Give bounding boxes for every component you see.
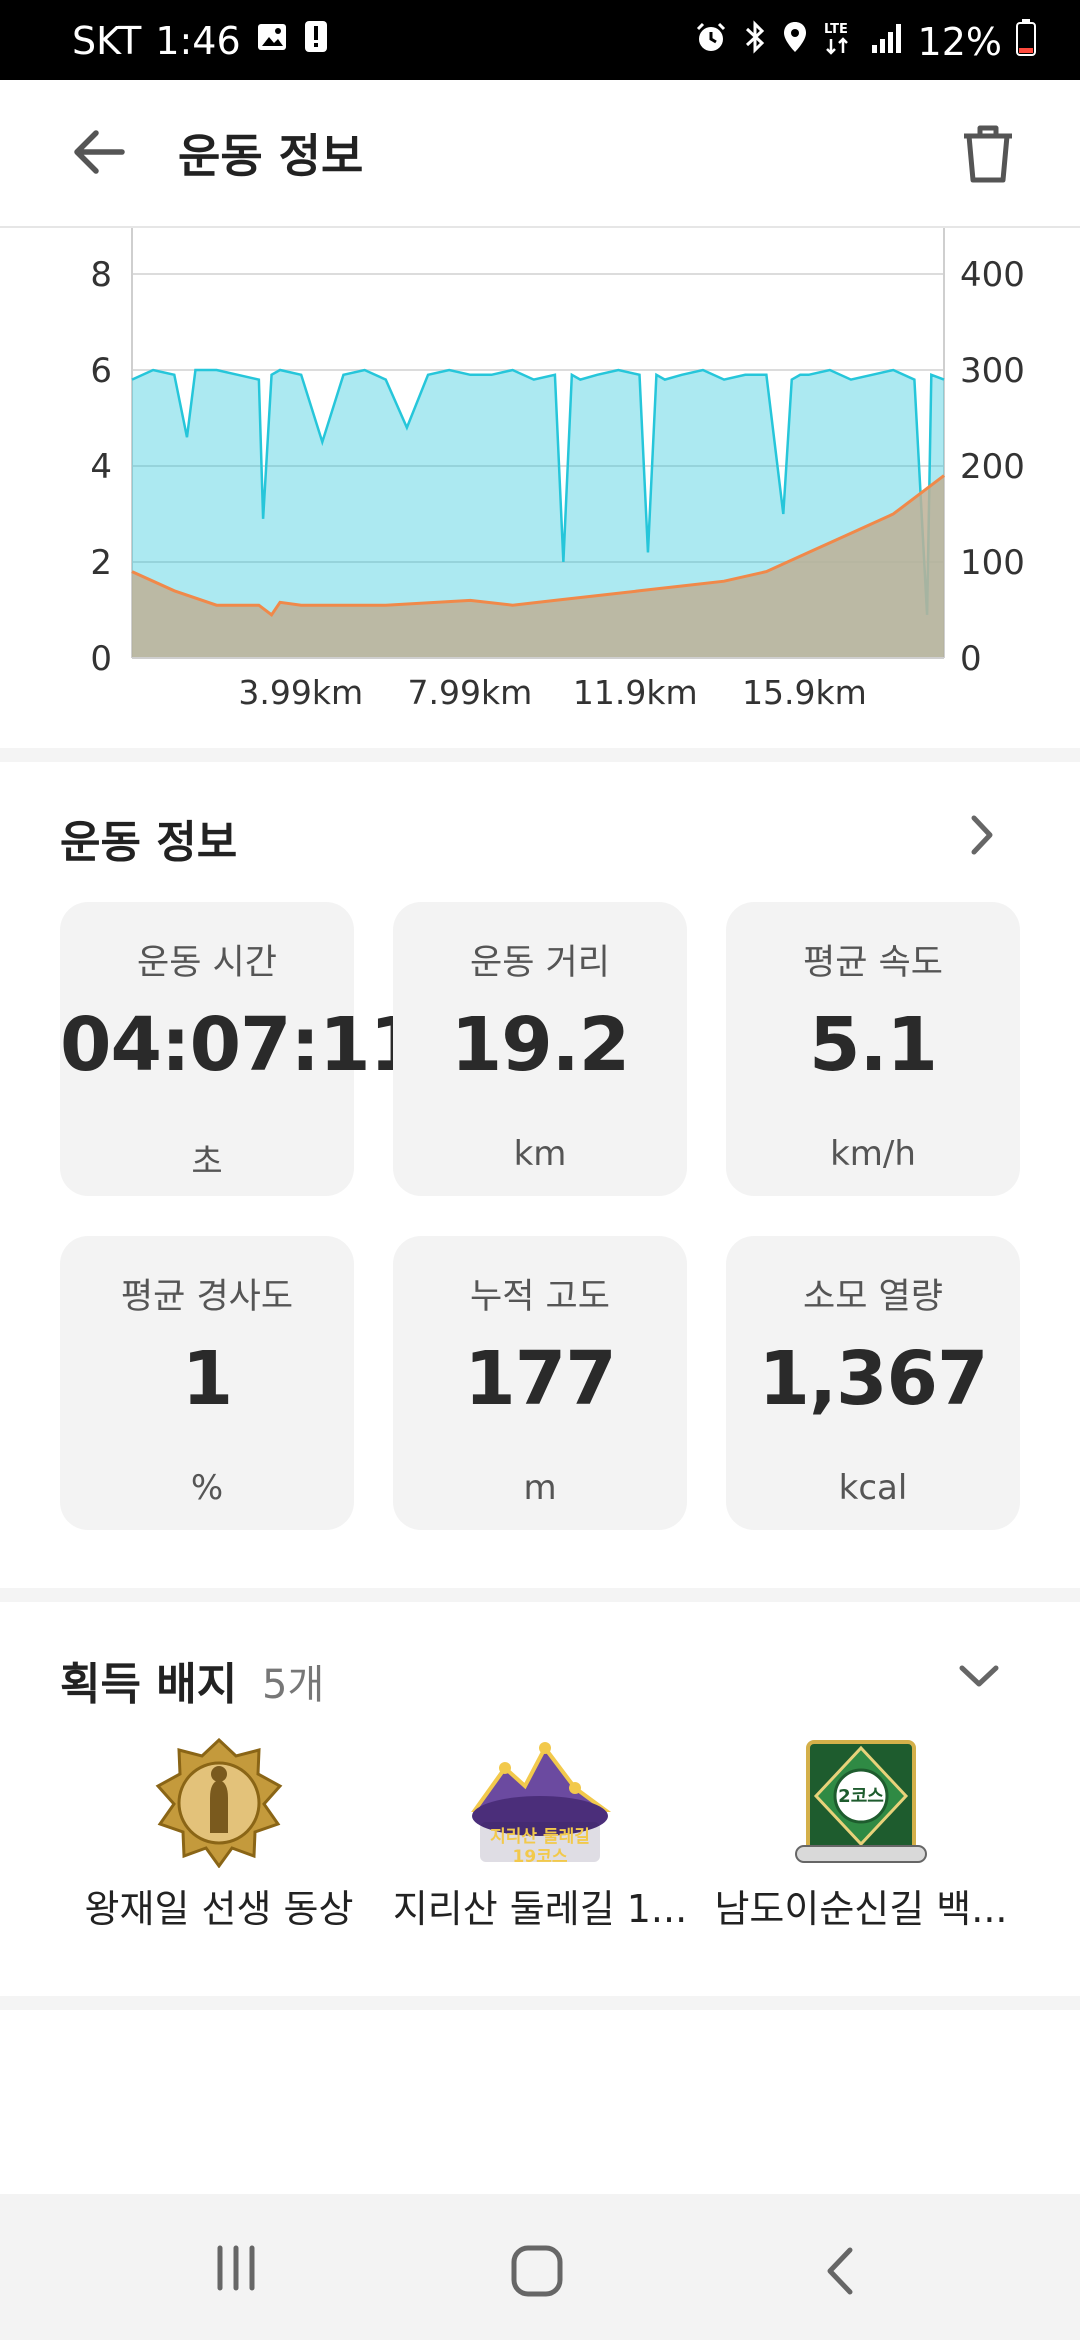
right-tick-label: 100 <box>960 543 1025 583</box>
stat-card: 평균 경사도 1% <box>60 1236 354 1530</box>
system-nav-bar <box>0 2194 1080 2340</box>
svg-text:2코스: 2코스 <box>838 1786 884 1807</box>
battery-label: 12% <box>917 19 1002 64</box>
badges-count: 5개 <box>262 1662 325 1708</box>
left-tick-label: 4 <box>90 447 112 487</box>
right-tick-label: 200 <box>960 447 1025 487</box>
time-label: 1:46 <box>155 18 241 63</box>
stat-value: 177 <box>464 1336 616 1422</box>
left-tick-label: 0 <box>90 639 112 679</box>
badge-jirisan-image: 지리산 둘레길 19코스 <box>465 1738 615 1868</box>
badges-title: 획득 배지 <box>60 1659 238 1710</box>
stat-label: 누적 고도 <box>470 1277 610 1317</box>
left-tick-label: 2 <box>90 543 112 583</box>
left-tick-label: 8 <box>90 255 112 295</box>
badge-name: 지리산 둘레길 1... <box>392 1887 688 1931</box>
battery-icon <box>1016 18 1036 65</box>
badge-item[interactable]: 2코스 남도이순신길 백... <box>696 1738 1026 1938</box>
badge-item[interactable]: 왕재일 선생 동상 <box>54 1737 384 1938</box>
stat-unit: kcal <box>838 1468 908 1508</box>
x-tick-label: 3.99km <box>238 673 363 712</box>
right-tick-label: 0 <box>960 639 982 679</box>
carrier-label: SKT <box>72 18 142 63</box>
stat-unit: km/h <box>830 1134 916 1174</box>
bluetooth-icon <box>742 19 768 64</box>
back-arrow-icon[interactable] <box>68 122 128 182</box>
gallery-icon <box>255 19 289 63</box>
x-tick-label: 11.9km <box>573 673 698 712</box>
stat-unit: 초 <box>191 1142 223 1182</box>
page-title: 운동 정보 <box>178 129 364 183</box>
stat-card: 누적 고도 177 m <box>393 1236 687 1530</box>
stat-unit: % <box>190 1468 224 1508</box>
svg-text:지리산 둘레길: 지리산 둘레길 <box>490 1827 590 1847</box>
chevron-down-icon[interactable] <box>954 1656 1004 1700</box>
exercise-info-title: 운동 정보 <box>60 817 238 868</box>
trash-icon[interactable] <box>958 122 1018 186</box>
chevron-right-icon[interactable] <box>962 810 1002 864</box>
left-tick-label: 6 <box>90 351 112 391</box>
back-nav-icon[interactable] <box>820 2244 860 2302</box>
section-divider <box>0 748 1080 762</box>
svg-text:19코스: 19코스 <box>513 1847 568 1867</box>
lte-icon: LTE <box>822 19 856 64</box>
alert-icon <box>303 18 329 63</box>
x-tick-label: 15.9km <box>742 673 867 712</box>
stat-label: 운동 시간 <box>137 943 277 983</box>
app-bar: 운동 정보 <box>0 80 1080 228</box>
stat-value: 1,367 <box>758 1336 988 1422</box>
stat-label: 소모 열량 <box>803 1277 943 1317</box>
x-tick-label: 7.99km <box>408 673 533 712</box>
section-divider <box>0 1588 1080 1602</box>
stat-unit: km <box>513 1134 567 1174</box>
stat-label: 평균 속도 <box>803 943 943 983</box>
altitude-speed-chart: 0 2 4 6 8 0 100 200 300 400 3.99km 7.99km 11.9km 15.9… <box>0 228 1080 748</box>
signal-icon <box>870 20 904 64</box>
badge-item[interactable]: 지리산 둘레길 19코스 지리산 둘레길 1... <box>375 1738 705 1938</box>
stat-card: 운동 거리 19.2 km <box>393 902 687 1196</box>
stat-card: 소모 열량 1,367 kcal <box>726 1236 1020 1530</box>
section-divider <box>0 1996 1080 2010</box>
stat-label: 평균 경사도 <box>120 1277 294 1317</box>
badge-namdo-image: 2코스 <box>786 1738 936 1868</box>
badge-name: 남도이순신길 백... <box>714 1887 1008 1931</box>
stat-value: 04:07:11 <box>60 1002 421 1088</box>
stat-unit: m <box>523 1468 557 1508</box>
stat-value: 5.1 <box>808 1002 938 1088</box>
badge-statue-image <box>144 1737 294 1869</box>
stat-card: 운동 시간 04:07:11 초 <box>60 902 421 1196</box>
badge-name: 왕재일 선생 동상 <box>84 1887 354 1931</box>
status-bar: SKT 1:46 LTE 12% <box>0 0 1080 80</box>
right-tick-label: 400 <box>960 255 1025 295</box>
stat-card: 평균 속도 5.1 km/h <box>726 902 1020 1196</box>
recents-icon[interactable] <box>212 2244 260 2296</box>
stat-value: 19.2 <box>450 1002 631 1088</box>
stat-value: 1 <box>181 1336 234 1422</box>
stat-label: 운동 거리 <box>470 943 610 983</box>
right-tick-label: 300 <box>960 351 1025 391</box>
svg-text:LTE: LTE <box>824 22 848 37</box>
alarm-icon <box>694 20 728 64</box>
location-icon <box>782 19 808 64</box>
home-icon[interactable] <box>510 2244 564 2302</box>
chart-svg: 0 2 4 6 8 0 100 200 300 400 3.99km 7.99km 11.9km 15.9… <box>90 228 1025 712</box>
